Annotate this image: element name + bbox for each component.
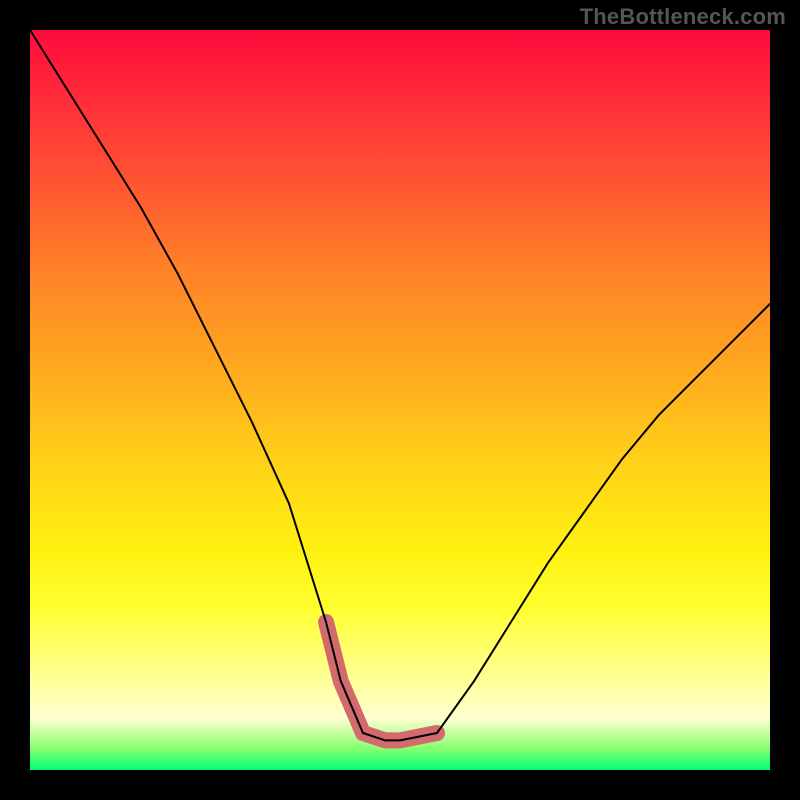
chart-frame: TheBottleneck.com bbox=[0, 0, 800, 800]
curve-layer bbox=[30, 30, 770, 770]
plot-area bbox=[30, 30, 770, 770]
bottleneck-curve bbox=[30, 30, 770, 740]
highlight-segment bbox=[326, 622, 437, 740]
watermark-text: TheBottleneck.com bbox=[580, 4, 786, 30]
